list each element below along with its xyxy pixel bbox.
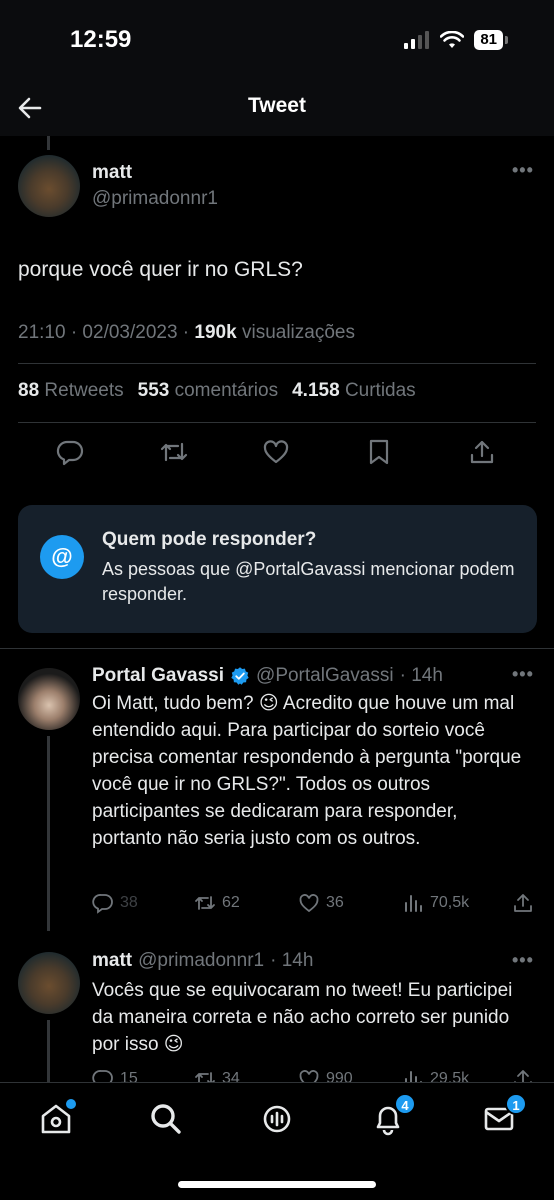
retweet-icon[interactable] [160, 438, 188, 466]
reply-text: Oi Matt, tudo bem? 😉 Acredito que houve … [92, 693, 522, 849]
wifi-icon [440, 31, 465, 48]
divider [18, 422, 536, 423]
tab-messages[interactable]: 1 [481, 1093, 527, 1137]
reply-button[interactable]: 38 [92, 892, 138, 914]
tweet-stats: 88 Retweets 553 comentários 4.158 Curtid… [18, 380, 416, 402]
tweet-timestamp: 21:10 · 02/03/2023 · [18, 322, 190, 343]
retweet-count: 62 [222, 894, 240, 911]
battery-level: 81 [474, 30, 503, 50]
tab-notifications[interactable]: 4 [370, 1093, 416, 1137]
retweet-button[interactable]: 62 [194, 892, 240, 914]
bookmark-icon[interactable] [365, 438, 393, 466]
reply-header: matt @primadonnr1 · 14h [92, 950, 313, 972]
reply-restriction-description: As pessoas que @PortalGavassi mencionar … [102, 559, 515, 604]
thread-line [47, 736, 50, 931]
signal-icon [404, 31, 430, 49]
reply-icon [92, 894, 113, 914]
author-handle[interactable]: @primadonnr1 [92, 188, 218, 210]
share-button[interactable] [512, 892, 534, 914]
comments-stat[interactable]: 553 comentários [138, 380, 278, 402]
battery-icon: 81 [474, 30, 508, 50]
like-icon [299, 894, 319, 913]
views-count: 70,5k [430, 894, 470, 911]
view-label: visualizações [241, 322, 355, 343]
tweet-actions [0, 432, 554, 472]
views-button[interactable]: 70,5k [402, 892, 469, 914]
reply-actions: 38 62 36 70,5k [92, 892, 542, 918]
tab-bar: 4 1 [0, 1082, 554, 1200]
reply-author-handle[interactable]: @primadonnr1 [138, 950, 264, 972]
thread-line [47, 136, 50, 150]
status-bar: 12:59 81 [0, 0, 554, 80]
likes-stat[interactable]: 4.158 Curtidas [292, 380, 416, 402]
reply-time: · 14h [270, 950, 314, 971]
reply-restriction-title: Quem pode responder? [102, 529, 317, 550]
tweet-text: porque você quer ir no GRLS? [18, 258, 303, 281]
more-options-icon[interactable]: ••• [512, 950, 534, 971]
divider [18, 363, 536, 364]
home-indicator-dot [66, 1099, 76, 1109]
verified-badge-icon [231, 667, 249, 685]
page-title: Tweet [248, 94, 306, 117]
like-count: 36 [326, 894, 344, 911]
avatar[interactable] [18, 155, 80, 217]
more-options-icon[interactable]: ••• [512, 160, 534, 181]
thread-line [47, 1020, 50, 1082]
tab-search[interactable] [148, 1101, 184, 1137]
retweets-stat[interactable]: 88 Retweets [18, 380, 124, 402]
spaces-icon [263, 1105, 291, 1133]
reply-author-handle[interactable]: @PortalGavassi [256, 665, 394, 687]
share-icon [514, 894, 532, 912]
messages-badge: 1 [505, 1093, 527, 1115]
tab-spaces[interactable] [259, 1101, 295, 1137]
mention-icon: @ [40, 535, 84, 579]
notifications-badge: 4 [394, 1093, 416, 1115]
like-icon[interactable] [262, 438, 290, 466]
avatar[interactable] [18, 952, 80, 1014]
search-icon [151, 1104, 181, 1134]
reply-text: Vocês que se equivocaram no tweet! Eu pa… [92, 980, 513, 1055]
like-button[interactable]: 36 [298, 892, 344, 914]
home-indicator [178, 1181, 376, 1188]
reply-time: · 14h [399, 665, 443, 686]
status-time: 12:59 [70, 26, 132, 53]
tweet-meta: 21:10 · 02/03/2023 · 190k visualizações [18, 322, 355, 344]
status-icons: 81 [404, 30, 508, 50]
reply-author-name[interactable]: matt [92, 950, 132, 972]
author-name[interactable]: matt [92, 162, 132, 184]
divider [0, 648, 554, 649]
tab-home[interactable] [38, 1099, 76, 1137]
nav-bar: Tweet [0, 80, 554, 136]
more-options-icon[interactable]: ••• [512, 664, 534, 685]
avatar[interactable] [18, 668, 80, 730]
reply-count: 38 [120, 894, 138, 911]
reply-restriction-card: @ Quem pode responder? As pessoas que @P… [18, 505, 537, 633]
views-icon [405, 895, 422, 912]
share-icon[interactable] [468, 438, 496, 466]
reply-author-name[interactable]: Portal Gavassi [92, 665, 224, 687]
reply-header: Portal Gavassi @PortalGavassi · 14h [92, 665, 443, 687]
view-count: 190k [194, 322, 237, 343]
retweet-icon [195, 896, 215, 910]
reply-icon[interactable] [56, 438, 84, 466]
